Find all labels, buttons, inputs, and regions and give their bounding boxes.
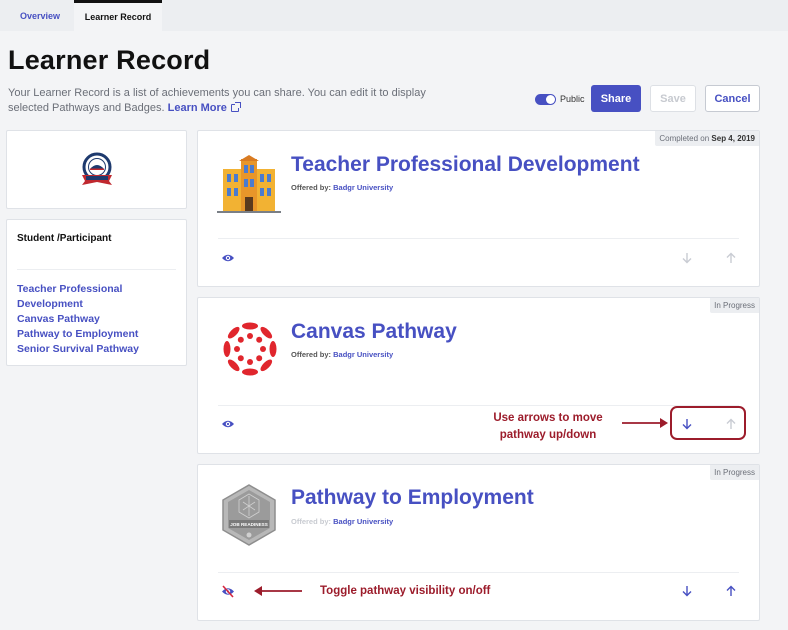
sidebar-link-pathway-to-employment[interactable]: Pathway to Employment: [17, 327, 167, 342]
annotation-highlight-box: [670, 406, 746, 440]
sidebar-links: Teacher Professional Development Canvas …: [17, 282, 167, 357]
offered-by: Offered by: Badgr University: [291, 517, 394, 526]
offered-by: Offered by: Badgr University: [291, 183, 394, 192]
arrows-annotation-line-1: Use arrows to move: [493, 412, 603, 424]
learn-more-link[interactable]: Learn More: [168, 102, 241, 114]
eye-off-icon: [222, 584, 234, 598]
tab-overview[interactable]: Overview: [7, 0, 73, 31]
move-up-button[interactable]: [722, 249, 740, 267]
status-badge: In Progress: [710, 298, 759, 313]
job-readiness-badge-icon: JOB READINESS: [222, 484, 276, 546]
pathway-title[interactable]: Teacher Professional Development: [291, 153, 640, 177]
status-badge: In Progress: [710, 465, 759, 480]
sidebar-card: Student /Participant Teacher Professiona…: [6, 219, 187, 366]
visibility-toggle-button[interactable]: [219, 415, 237, 433]
pathway-card: Completed on Sep 4, 2019 Teacher Profess…: [197, 130, 760, 287]
svg-text:JOB READINESS: JOB READINESS: [230, 522, 268, 527]
arrow-up-icon: [726, 585, 736, 596]
annotation-arrow-left-icon: [254, 586, 302, 596]
move-down-button[interactable]: [678, 582, 696, 600]
canvas-logo-icon: [223, 322, 277, 376]
external-link-icon: [230, 102, 241, 112]
offered-by: Offered by: Badgr University: [291, 350, 394, 359]
share-button[interactable]: Share: [591, 85, 641, 112]
organization-logo-card: [6, 130, 187, 209]
eye-icon: [222, 254, 234, 262]
sidebar-title: Student /Participant: [17, 233, 112, 244]
visibility-toggle-button[interactable]: [219, 249, 237, 267]
toggle-annotation: Toggle pathway visibility on/off: [320, 585, 491, 597]
status-badge: Completed on Sep 4, 2019: [655, 131, 759, 146]
sidebar-link-canvas-pathway[interactable]: Canvas Pathway: [17, 312, 167, 327]
tab-learner-record[interactable]: Learner Record: [74, 0, 162, 31]
save-button[interactable]: Save: [650, 85, 696, 112]
organization-seal-icon: [82, 152, 112, 185]
visibility-toggle-button[interactable]: [219, 582, 237, 600]
annotation-arrow-right-icon: [622, 418, 668, 428]
public-label: Public: [560, 94, 585, 104]
card-divider: [218, 238, 739, 239]
tab-bar: Overview Learner Record: [0, 0, 788, 31]
arrow-up-icon: [726, 252, 736, 263]
arrows-annotation: Use arrows to move pathway up/down: [478, 410, 618, 444]
card-divider: [218, 405, 739, 406]
arrows-annotation-line-2: pathway up/down: [499, 429, 597, 441]
pathway-title[interactable]: Canvas Pathway: [291, 320, 457, 344]
public-toggle[interactable]: [535, 94, 556, 105]
sidebar-divider: [17, 269, 176, 270]
arrow-down-icon: [682, 586, 692, 597]
cancel-button[interactable]: Cancel: [705, 85, 760, 112]
card-divider: [218, 572, 739, 573]
pathway-title[interactable]: Pathway to Employment: [291, 486, 534, 510]
arrow-down-icon: [682, 253, 692, 264]
toggle-knob: [546, 95, 555, 104]
move-down-button[interactable]: [678, 249, 696, 267]
sidebar-link-teacher-professional-development[interactable]: Teacher Professional Development: [17, 282, 167, 312]
sidebar-link-senior-survival-pathway[interactable]: Senior Survival Pathway: [17, 342, 167, 357]
school-building-icon: [217, 155, 281, 213]
page-description: Your Learner Record is a list of achieve…: [8, 86, 468, 116]
page-title: Learner Record: [8, 45, 211, 75]
eye-icon: [222, 420, 234, 428]
move-up-button[interactable]: [722, 582, 740, 600]
